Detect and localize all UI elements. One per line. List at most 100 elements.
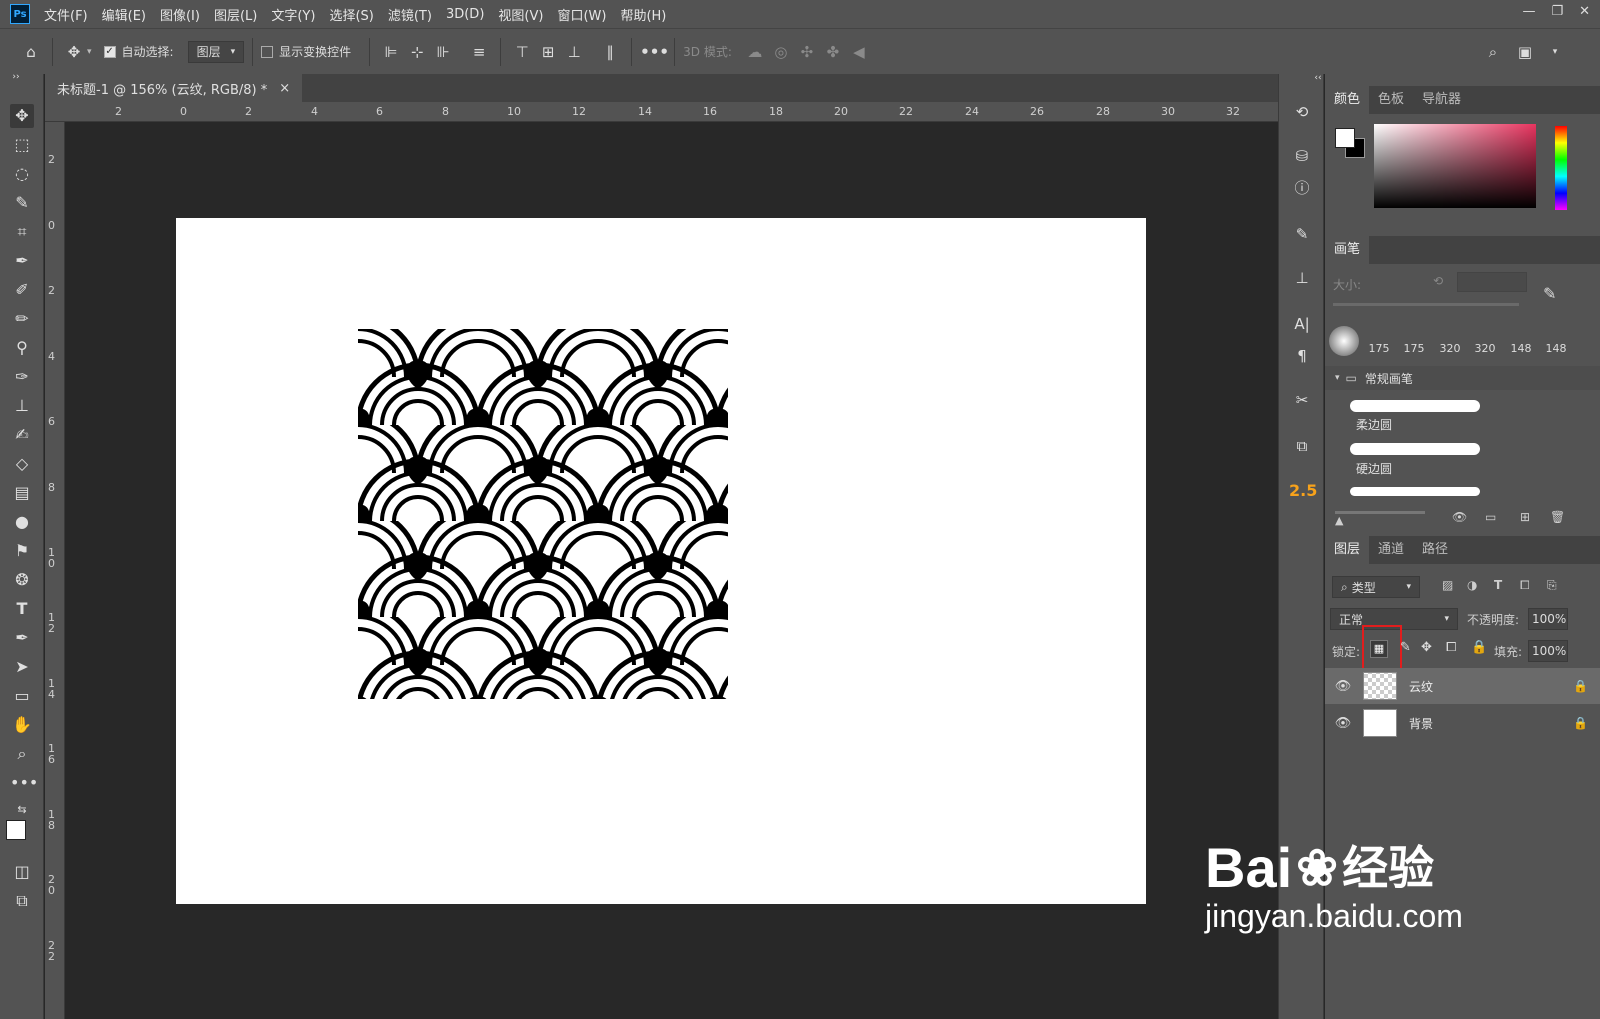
brush-size-slider[interactable] bbox=[1333, 303, 1519, 306]
brush-size-4[interactable]: 320 bbox=[1470, 342, 1500, 355]
libraries-panel-icon[interactable]: ⛁ bbox=[1289, 144, 1315, 168]
restore-icon[interactable]: ❐ bbox=[1551, 4, 1563, 19]
new-group-icon[interactable]: ▭ bbox=[1485, 510, 1496, 524]
foreground-color-swatch[interactable] bbox=[6, 820, 26, 840]
filter-smart-object-icon[interactable]: ⎘ bbox=[1547, 578, 1557, 593]
info-panel-icon[interactable]: ⓘ bbox=[1289, 176, 1315, 200]
new-brush-icon[interactable]: ✎ bbox=[1543, 284, 1556, 303]
layer-filter-dropdown[interactable]: ⌕ 类型 ▾ bbox=[1332, 576, 1420, 598]
align-left-icon[interactable]: ⊫ bbox=[378, 43, 404, 61]
brush-stroke-3[interactable] bbox=[1350, 487, 1480, 496]
brush-size-1[interactable]: 175 bbox=[1364, 342, 1394, 355]
sponge-tool-icon[interactable]: ❂ bbox=[10, 568, 34, 592]
layer-name[interactable]: 背景 bbox=[1409, 715, 1433, 732]
type-tool-icon[interactable]: T bbox=[10, 597, 34, 621]
filter-adjustment-icon[interactable]: ◑ bbox=[1467, 578, 1477, 592]
brush-size-2[interactable]: 175 bbox=[1399, 342, 1429, 355]
menu-window[interactable]: 窗口(W) bbox=[557, 5, 606, 24]
workspace-icon[interactable]: ▣ bbox=[1512, 43, 1538, 61]
new-preset-icon[interactable]: ⊞ bbox=[1520, 510, 1530, 524]
color-picker-field[interactable] bbox=[1374, 124, 1536, 208]
3d-pan-icon[interactable]: ✣ bbox=[794, 43, 820, 61]
close-tab-icon[interactable]: × bbox=[279, 81, 290, 96]
history-panel-icon[interactable]: ⟲ bbox=[1289, 100, 1315, 124]
brush-tool-icon[interactable]: ✏ bbox=[10, 307, 34, 331]
menu-help[interactable]: 帮助(H) bbox=[620, 5, 666, 24]
brush-size-6[interactable]: 148 bbox=[1541, 342, 1571, 355]
document-tab[interactable]: 未标题-1 @ 156% (云纹, RGB/8) * × bbox=[45, 74, 303, 102]
tab-paths[interactable]: 路径 bbox=[1413, 536, 1457, 564]
art-history-brush-icon[interactable]: ✍ bbox=[10, 423, 34, 447]
menu-layer[interactable]: 图层(L) bbox=[214, 5, 257, 24]
lock-transparent-pixels-icon[interactable]: ▦ bbox=[1370, 640, 1388, 658]
healing-brush-tool-icon[interactable]: ✐ bbox=[10, 278, 34, 302]
align-top-icon[interactable]: ⊤ bbox=[509, 43, 535, 61]
brush-size-5[interactable]: 148 bbox=[1506, 342, 1536, 355]
dodge-tool-icon[interactable]: ⚑ bbox=[10, 539, 34, 563]
auto-select-checkbox[interactable]: ✓ bbox=[103, 45, 116, 58]
move-tool-icon[interactable]: ✥ bbox=[10, 104, 34, 128]
lock-position-icon[interactable]: ✥ bbox=[1421, 640, 1432, 655]
delete-icon[interactable]: 🗑 bbox=[1550, 510, 1565, 524]
character-panel-icon[interactable]: A| bbox=[1289, 312, 1315, 336]
brush-preset-soft[interactable]: 柔边圆 bbox=[1356, 416, 1392, 433]
close-window-icon[interactable]: ✕ bbox=[1579, 4, 1590, 19]
menu-select[interactable]: 选择(S) bbox=[329, 5, 373, 24]
auto-select-dropdown[interactable]: 图层 ▾ bbox=[187, 40, 245, 63]
align-vcenter-icon[interactable]: ⊞ bbox=[535, 43, 561, 61]
layer-row[interactable]: 👁 云纹 🔒 bbox=[1325, 668, 1600, 704]
tab-color[interactable]: 颜色 bbox=[1325, 86, 1370, 114]
fill-input[interactable]: 100% bbox=[1528, 640, 1568, 662]
show-transform-checkbox[interactable] bbox=[261, 45, 274, 58]
align-bottom-icon[interactable]: ⊥ bbox=[561, 43, 587, 61]
gradient-tool-icon[interactable]: ▤ bbox=[10, 481, 34, 505]
more-tools-icon[interactable]: ••• bbox=[10, 771, 38, 795]
menu-file[interactable]: 文件(F) bbox=[44, 5, 88, 24]
eye-icon[interactable]: 👁 bbox=[1329, 679, 1357, 694]
version-badge[interactable]: 2.5 bbox=[1289, 479, 1317, 503]
layer-row[interactable]: 👁 背景 🔒 bbox=[1325, 705, 1600, 741]
menu-image[interactable]: 图像(I) bbox=[160, 5, 200, 24]
path-select-tool-icon[interactable]: ➤ bbox=[10, 655, 34, 679]
filter-type-icon[interactable]: T bbox=[1494, 578, 1502, 592]
align-right-icon[interactable]: ⊪ bbox=[430, 43, 456, 61]
clone-source-icon[interactable]: ⊥ bbox=[1289, 266, 1315, 290]
align-hcenter-icon[interactable]: ⊹ bbox=[404, 43, 430, 61]
3d-orbit-icon[interactable]: ☁ bbox=[742, 43, 768, 61]
menu-filter[interactable]: 滤镜(T) bbox=[388, 5, 432, 24]
history-brush-tool-icon[interactable]: ✑ bbox=[10, 365, 34, 389]
quick-select-tool-icon[interactable]: ✎ bbox=[10, 191, 34, 215]
visibility-toggle-icon[interactable]: 👁 bbox=[1452, 510, 1467, 524]
filter-shape-icon[interactable]: ⧠ bbox=[1520, 578, 1530, 593]
brush-size-3[interactable]: 320 bbox=[1435, 342, 1465, 355]
clone-stamp-tool-icon[interactable]: ⚲ bbox=[10, 336, 34, 360]
screen-mode-icon[interactable]: ⧉ bbox=[10, 889, 34, 913]
brush-settings-icon[interactable]: ✎ bbox=[1289, 222, 1315, 246]
zoom-tool-icon[interactable]: ⌕ bbox=[10, 742, 34, 766]
tab-layers[interactable]: 图层 bbox=[1325, 536, 1370, 564]
brush-preview-slider[interactable] bbox=[1335, 511, 1425, 514]
brush-preset-hard[interactable]: 硬边圆 bbox=[1356, 460, 1392, 477]
home-icon[interactable]: ⌂ bbox=[18, 43, 44, 61]
cloud-pattern-layer[interactable] bbox=[358, 329, 728, 699]
blur-tool-icon[interactable]: ● bbox=[10, 510, 34, 534]
eraser-tool-icon[interactable]: ◇ bbox=[10, 452, 34, 476]
swap-colors-icon[interactable]: ⇆ bbox=[10, 798, 34, 822]
menu-view[interactable]: 视图(V) bbox=[498, 5, 543, 24]
move-tool-icon[interactable]: ✥ bbox=[61, 43, 87, 61]
rectangle-tool-icon[interactable]: ▭ bbox=[10, 684, 34, 708]
layer-comps-icon[interactable]: ⧉ bbox=[1289, 434, 1315, 458]
tools-preset-icon[interactable]: ✂ bbox=[1289, 388, 1315, 412]
opacity-input[interactable]: 100% bbox=[1528, 608, 1568, 630]
marquee-tool-icon[interactable]: ⬚ bbox=[10, 133, 34, 157]
filter-pixel-icon[interactable]: ▨ bbox=[1442, 578, 1453, 592]
minimize-icon[interactable]: — bbox=[1522, 4, 1535, 19]
stamp-tool-icon[interactable]: ⊥ bbox=[10, 394, 34, 418]
brush-preview-soft[interactable] bbox=[1329, 326, 1359, 356]
lock-image-pixels-icon[interactable]: ✎ bbox=[1400, 640, 1411, 655]
hue-slider[interactable] bbox=[1555, 126, 1567, 210]
reset-icon[interactable]: ⟲ bbox=[1433, 274, 1443, 288]
menu-edit[interactable]: 编辑(E) bbox=[102, 5, 146, 24]
eye-icon[interactable]: 👁 bbox=[1329, 716, 1357, 731]
distribute-h-icon[interactable]: ≡ bbox=[466, 43, 492, 61]
